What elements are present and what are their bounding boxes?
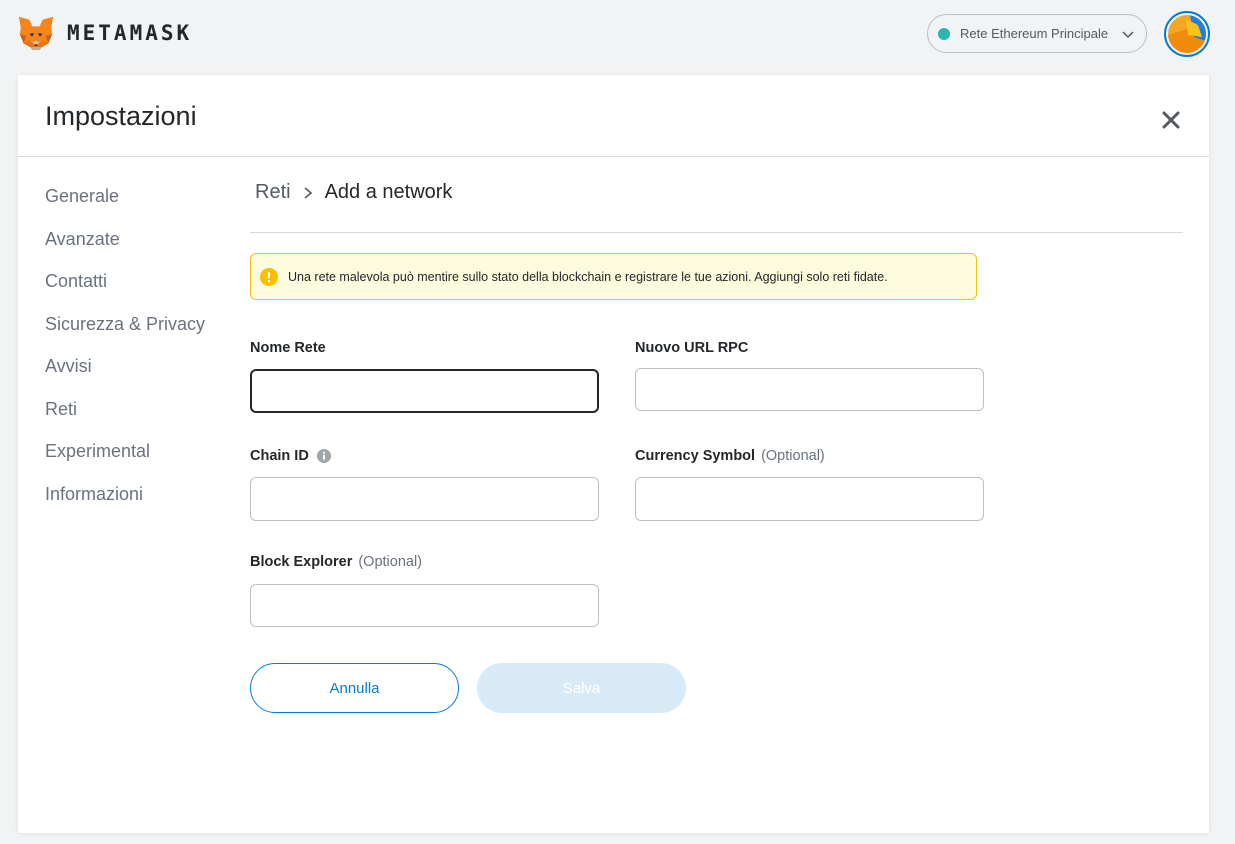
breadcrumb: Reti Add a network — [255, 181, 452, 204]
metamask-wordmark: METAMASK — [67, 21, 193, 45]
network-name-label-text: Nome Rete — [250, 340, 326, 356]
currency-symbol-input[interactable] — [635, 477, 984, 521]
warning-text: Una rete malevola può mentire sullo stat… — [288, 269, 888, 284]
rpc-url-label: Nuovo URL RPC — [635, 339, 984, 357]
chain-id-input[interactable] — [250, 477, 599, 521]
optional-tag: (Optional) — [761, 448, 825, 464]
breadcrumb-current: Add a network — [324, 181, 453, 203]
sidebar-item-contacts[interactable]: Contatti — [45, 268, 205, 311]
close-icon[interactable] — [1160, 109, 1182, 131]
network-name-input[interactable] — [250, 369, 599, 413]
network-name-label: Nome Rete — [250, 339, 599, 357]
chevron-down-icon — [1122, 31, 1134, 39]
rpc-url-input[interactable] — [635, 368, 984, 411]
sidebar-item-general[interactable]: Generale — [45, 183, 205, 226]
currency-symbol-label-text: Currency Symbol — [635, 448, 756, 464]
network-selector[interactable]: Rete Ethereum Principale — [927, 14, 1147, 53]
page-title: Impostazioni — [45, 101, 197, 131]
warning-banner: Una rete malevola può mentire sullo stat… — [250, 253, 977, 300]
info-icon[interactable] — [316, 449, 331, 463]
network-status-dot — [938, 27, 950, 40]
sidebar-item-experimental[interactable]: Experimental — [45, 438, 205, 481]
chain-id-group: Chain ID — [250, 447, 599, 521]
sidebar-item-alerts[interactable]: Avvisi — [45, 353, 205, 396]
block-explorer-group: Block Explorer (Optional) — [250, 553, 599, 627]
block-explorer-label: Block Explorer (Optional) — [250, 553, 599, 571]
save-button[interactable]: Salva — [477, 663, 686, 713]
network-label: Rete Ethereum Principale — [960, 26, 1109, 41]
sidebar-item-networks[interactable]: Reti — [45, 396, 205, 439]
settings-panel: Impostazioni Generale Avanzate Contatti … — [18, 75, 1209, 833]
warning-info-icon — [260, 267, 278, 286]
rpc-url-label-text: Nuovo URL RPC — [635, 340, 749, 356]
currency-symbol-group: Currency Symbol (Optional) — [635, 447, 984, 521]
sidebar-item-security-privacy[interactable]: Sicurezza & Privacy — [45, 311, 205, 354]
block-explorer-input[interactable] — [250, 584, 599, 627]
settings-header: Impostazioni — [18, 75, 1209, 157]
currency-symbol-label: Currency Symbol (Optional) — [635, 447, 984, 465]
chevron-right-icon — [304, 186, 312, 199]
settings-sidebar: Generale Avanzate Contatti Sicurezza & P… — [45, 183, 205, 523]
sidebar-item-about[interactable]: Informazioni — [45, 481, 205, 524]
section-divider — [250, 232, 1183, 233]
optional-tag: (Optional) — [358, 554, 423, 570]
chain-id-label-text: Chain ID — [250, 448, 309, 464]
identicon-icon — [1168, 15, 1206, 53]
rpc-url-group: Nuovo URL RPC — [635, 339, 984, 413]
chain-id-label: Chain ID — [250, 447, 599, 465]
breadcrumb-networks-link[interactable]: Reti — [255, 181, 291, 204]
network-name-group: Nome Rete — [250, 339, 599, 413]
block-explorer-label-text: Block Explorer — [250, 554, 353, 570]
cancel-button[interactable]: Annulla — [250, 663, 459, 713]
metamask-fox-icon — [18, 16, 54, 51]
account-avatar[interactable] — [1164, 11, 1210, 57]
metamask-logo[interactable]: METAMASK — [17, 14, 192, 52]
sidebar-item-advanced[interactable]: Avanzate — [45, 226, 205, 269]
